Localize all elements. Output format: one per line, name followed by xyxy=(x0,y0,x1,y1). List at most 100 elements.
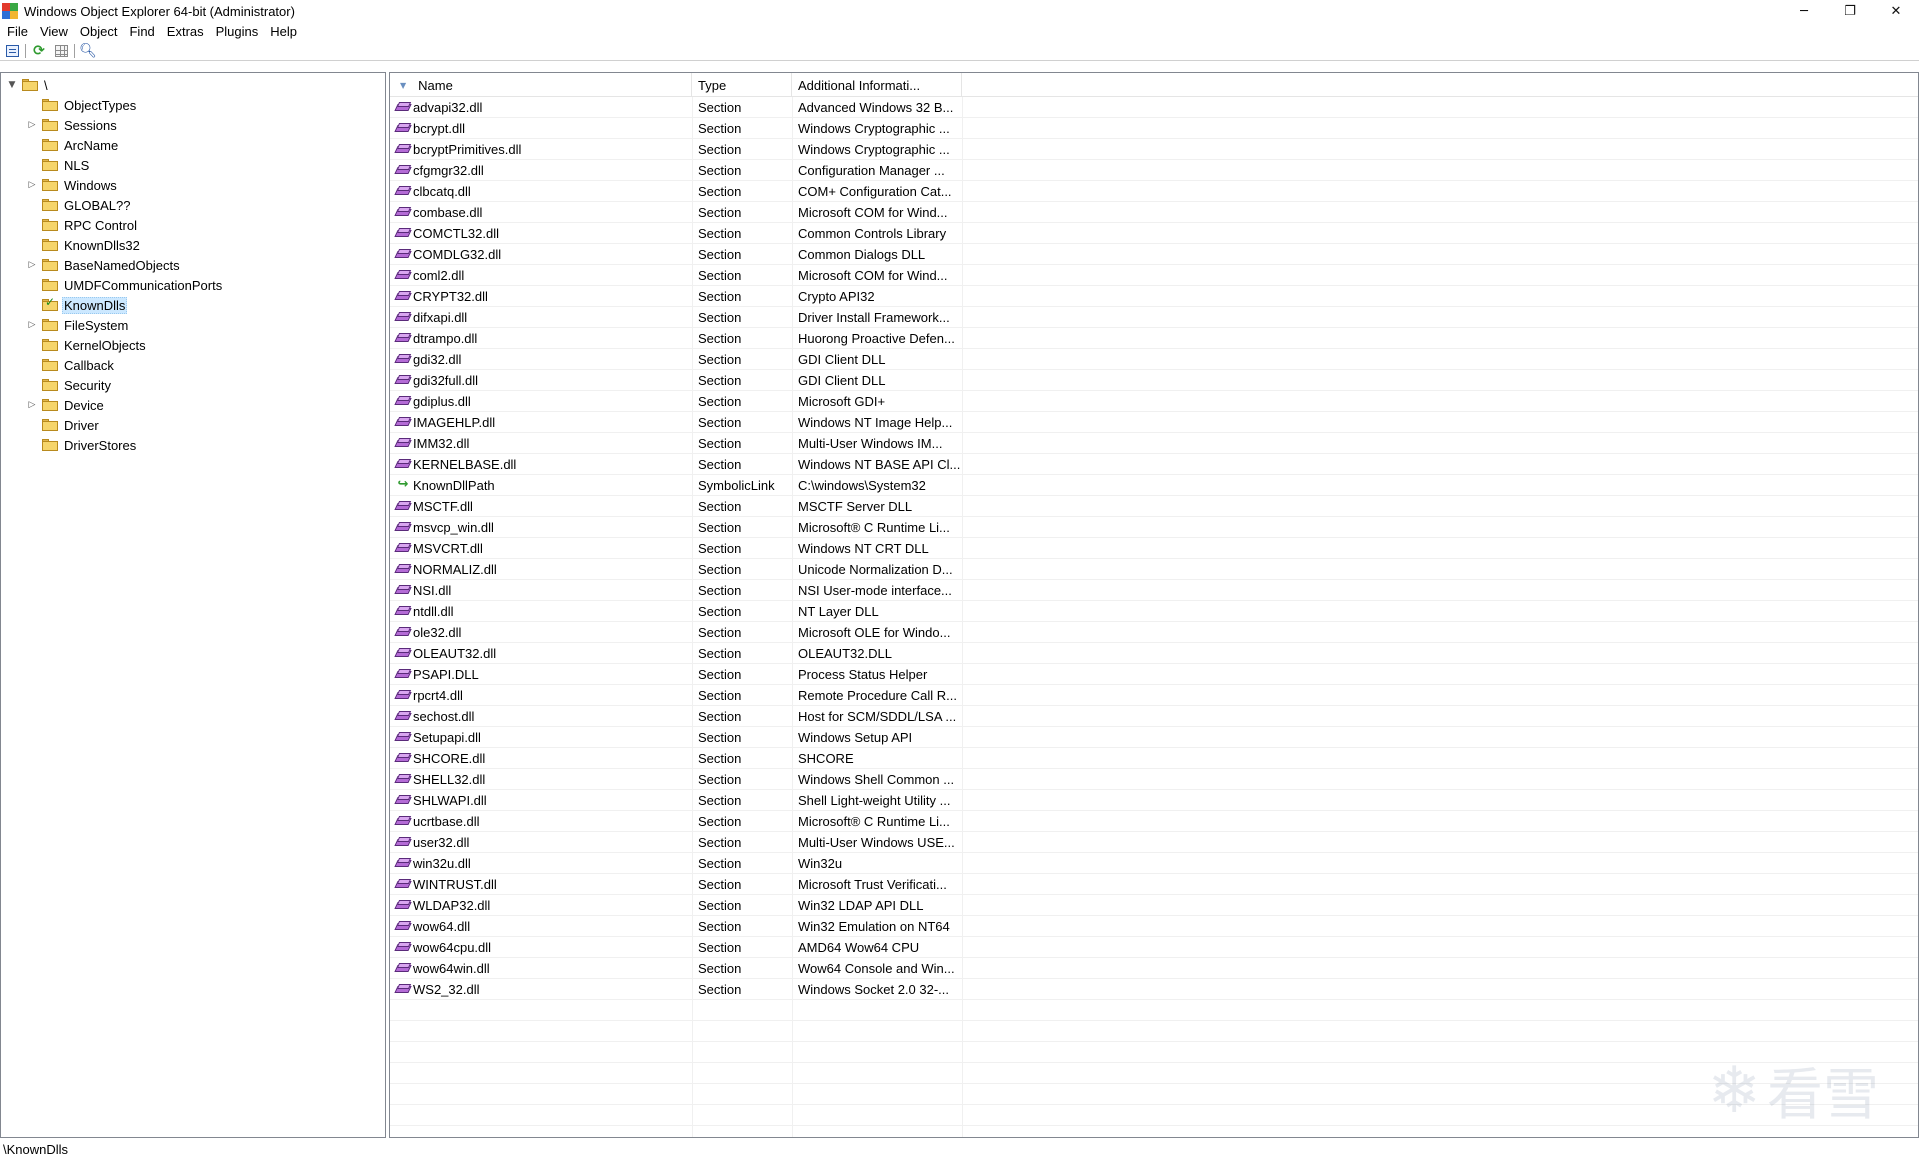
list-row[interactable]: bcrypt.dll Section Windows Cryptographic .… xyxy=(390,118,1918,139)
list-row[interactable]: gdi32.dll Section GDI Client DLL xyxy=(390,349,1918,370)
list-row[interactable]: MSVCRT.dll Section Windows NT CRT DLL xyxy=(390,538,1918,559)
expand-icon[interactable]: ▷ xyxy=(27,400,37,410)
list-row[interactable]: ole32.dll Section Microsoft OLE for Windo.… xyxy=(390,622,1918,643)
list-row[interactable]: SHLWAPI.dll Section Shell Light-weight Uti… xyxy=(390,790,1918,811)
tree-item[interactable]: GLOBAL?? xyxy=(27,195,133,215)
list-row[interactable]: WINTRUST.dll Section Microsoft Trust Verif… xyxy=(390,874,1918,895)
tree-item[interactable]: Security xyxy=(27,375,113,395)
list-row[interactable]: wow64cpu.dll Section AMD64 Wow64 CPU xyxy=(390,937,1918,958)
object-type: Section xyxy=(698,99,742,115)
expand-icon[interactable]: ▷ xyxy=(27,180,37,190)
object-type: Section xyxy=(698,729,742,745)
list-row[interactable]: IMAGEHLP.dll Section Windows NT Image Help… xyxy=(390,412,1918,433)
restore-button[interactable]: ❐ xyxy=(1827,0,1873,22)
list-row[interactable]: SHELL32.dll Section Windows Shell Common .… xyxy=(390,769,1918,790)
tree-item[interactable]: ObjectTypes xyxy=(27,95,138,115)
list-row[interactable]: difxapi.dll Section Driver Install Framewo… xyxy=(390,307,1918,328)
find-button[interactable]: 🔍︎ xyxy=(79,43,97,59)
tree-item[interactable]: ArcName xyxy=(27,135,120,155)
list-row[interactable]: ntdll.dll Section NT Layer DLL xyxy=(390,601,1918,622)
object-tree[interactable]: ▼ \ ObjectTypes ▷ Sessions ArcName NLS ▷ Windo… xyxy=(0,72,386,1138)
menu-object[interactable]: Object xyxy=(74,22,124,42)
list-row[interactable]: MSCTF.dll Section MSCTF Server DLL xyxy=(390,496,1918,517)
tree-item[interactable]: ▷ FileSystem xyxy=(27,315,130,335)
list-row[interactable]: advapi32.dll Section Advanced Windows 32 B… xyxy=(390,97,1918,118)
close-button[interactable]: ✕ xyxy=(1873,0,1919,22)
tree-item-root[interactable]: ▼ \ xyxy=(7,75,50,95)
list-row[interactable]: COMCTL32.dll Section Common Controls Libra… xyxy=(390,223,1918,244)
list-row[interactable]: PSAPI.DLL Section Process Status Helper xyxy=(390,664,1918,685)
menu-extras[interactable]: Extras xyxy=(161,22,210,42)
object-type: Section xyxy=(698,246,742,262)
menu-help[interactable]: Help xyxy=(264,22,303,42)
tree-item[interactable]: KernelObjects xyxy=(27,335,148,355)
object-info: Windows Socket 2.0 32-... xyxy=(798,981,950,997)
minimize-button[interactable]: ─ xyxy=(1781,0,1827,22)
list-row[interactable]: SHCORE.dll Section SHCORE xyxy=(390,748,1918,769)
list-row[interactable]: CRYPT32.dll Section Crypto API32 xyxy=(390,286,1918,307)
object-list[interactable]: ▼ Name Type Additional Informati... adva… xyxy=(389,72,1919,1138)
object-type: Section xyxy=(698,981,742,997)
tree-item[interactable]: NLS xyxy=(27,155,91,175)
tree-item[interactable]: UMDFCommunicationPorts xyxy=(27,275,224,295)
menu-view[interactable]: View xyxy=(34,22,74,42)
menu-file[interactable]: File xyxy=(0,22,34,42)
properties-button[interactable] xyxy=(3,43,21,59)
list-row[interactable]: ucrtbase.dll Section Microsoft® C Runtime … xyxy=(390,811,1918,832)
object-name: WLDAP32.dll xyxy=(413,897,491,913)
list-row[interactable]: wow64win.dll Section Wow64 Console and Win… xyxy=(390,958,1918,979)
list-row[interactable]: NORMALIZ.dll Section Unicode Normalization… xyxy=(390,559,1918,580)
list-row[interactable]: OLEAUT32.dll Section OLEAUT32.DLL xyxy=(390,643,1918,664)
tree-item[interactable]: ▷ Device xyxy=(27,395,106,415)
expand-icon[interactable]: ▷ xyxy=(27,120,37,130)
expand-icon[interactable]: ▷ xyxy=(27,320,37,330)
collapse-icon[interactable]: ▼ xyxy=(7,80,17,90)
list-row[interactable]: gdiplus.dll Section Microsoft GDI+ xyxy=(390,391,1918,412)
object-type: Section xyxy=(698,540,742,556)
object-name: SHLWAPI.dll xyxy=(413,792,487,808)
object-info: Configuration Manager ... xyxy=(798,162,945,178)
list-row[interactable]: bcryptPrimitives.dll Section Windows Crypt… xyxy=(390,139,1918,160)
list-row[interactable]: KERNELBASE.dll Section Windows NT BASE API… xyxy=(390,454,1918,475)
list-row[interactable]: gdi32full.dll Section GDI Client DLL xyxy=(390,370,1918,391)
tree-item[interactable]: ▷ BaseNamedObjects xyxy=(27,255,182,275)
section-icon xyxy=(394,500,412,512)
list-row[interactable]: msvcp_win.dll Section Microsoft® C Runtime… xyxy=(390,517,1918,538)
list-row[interactable]: Setupapi.dll Section Windows Setup API xyxy=(390,727,1918,748)
tree-item[interactable]: ▷ Sessions xyxy=(27,115,119,135)
tree-item[interactable]: Callback xyxy=(27,355,116,375)
tree-item[interactable]: ✓ KnownDlls xyxy=(27,295,128,315)
list-row[interactable]: rpcrt4.dll Section Remote Procedure Call R… xyxy=(390,685,1918,706)
list-row[interactable]: win32u.dll Section Win32u xyxy=(390,853,1918,874)
column-header-info[interactable]: Additional Informati... xyxy=(792,73,962,97)
object-info: Multi-User Windows IM... xyxy=(798,435,943,451)
list-row[interactable]: user32.dll Section Multi-User Windows USE.… xyxy=(390,832,1918,853)
list-row[interactable]: sechost.dll Section Host for SCM/SDDL/LSA … xyxy=(390,706,1918,727)
tree-item[interactable]: KnownDlls32 xyxy=(27,235,142,255)
object-type: Section xyxy=(698,603,742,619)
list-row[interactable]: IMM32.dll Section Multi-User Windows IM... xyxy=(390,433,1918,454)
tree-item[interactable]: RPC Control xyxy=(27,215,139,235)
column-header-type[interactable]: Type xyxy=(692,73,792,97)
section-icon xyxy=(394,332,412,344)
tree-item[interactable]: Driver xyxy=(27,415,101,435)
tree-item[interactable]: DriverStores xyxy=(27,435,138,455)
column-header-name[interactable]: ▼ Name xyxy=(390,73,692,97)
list-row[interactable]: cfgmgr32.dll Section Configuration Manager… xyxy=(390,160,1918,181)
list-row[interactable]: coml2.dll Section Microsoft COM for Wind..… xyxy=(390,265,1918,286)
list-row[interactable]: wow64.dll Section Win32 Emulation on NT64 xyxy=(390,916,1918,937)
menu-find[interactable]: Find xyxy=(123,22,160,42)
refresh-button[interactable]: ⟳ xyxy=(30,43,48,59)
list-row[interactable]: clbcatq.dll Section COM+ Configuration Cat… xyxy=(390,181,1918,202)
list-row[interactable]: COMDLG32.dll Section Common Dialogs DLL xyxy=(390,244,1918,265)
menu-plugins[interactable]: Plugins xyxy=(210,22,265,42)
list-row[interactable]: combase.dll Section Microsoft COM for Wind… xyxy=(390,202,1918,223)
list-row[interactable]: WS2_32.dll Section Windows Socket 2.0 32-.… xyxy=(390,979,1918,1000)
grid-button[interactable] xyxy=(52,43,70,59)
expand-icon[interactable]: ▷ xyxy=(27,260,37,270)
list-row[interactable]: dtrampo.dll Section Huorong Proactive Defe… xyxy=(390,328,1918,349)
list-row[interactable]: ↪ KnownDllPath SymbolicLink C:\windows\Syst… xyxy=(390,475,1918,496)
tree-item[interactable]: ▷ Windows xyxy=(27,175,119,195)
list-row[interactable]: WLDAP32.dll Section Win32 LDAP API DLL xyxy=(390,895,1918,916)
list-row[interactable]: NSI.dll Section NSI User-mode interface... xyxy=(390,580,1918,601)
